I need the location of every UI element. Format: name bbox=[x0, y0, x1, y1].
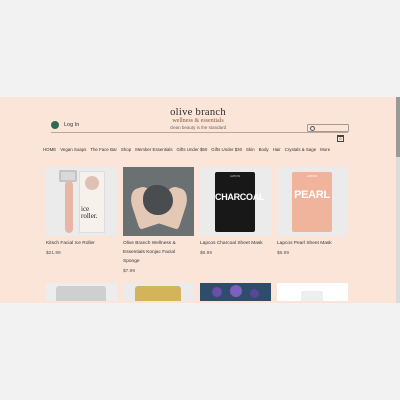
brand-logo[interactable]: olive branch wellness & essentials clean… bbox=[150, 107, 246, 131]
user-icon bbox=[51, 121, 59, 129]
product-card[interactable] bbox=[277, 283, 348, 301]
product-price: $21.99 bbox=[46, 251, 61, 256]
product-image-charcoal-mask[interactable]: LAPCOS CHARCOAL bbox=[200, 167, 271, 236]
header-divider bbox=[51, 132, 348, 133]
product-card[interactable] bbox=[123, 283, 194, 301]
product-name[interactable]: Lapcos Charcoal Sheet Mask bbox=[200, 239, 271, 248]
nav-item-body[interactable]: Body bbox=[259, 147, 269, 152]
login-link[interactable]: Log In bbox=[51, 121, 79, 129]
search-input[interactable] bbox=[307, 124, 349, 132]
product-card[interactable] bbox=[200, 283, 271, 301]
nav-item-shop[interactable]: Shop bbox=[121, 147, 131, 152]
scrollbar-thumb[interactable] bbox=[396, 97, 400, 157]
product-name[interactable]: Lapcos Pearl Sheet Mask bbox=[277, 239, 348, 248]
product-image[interactable] bbox=[200, 283, 271, 301]
product-card[interactable]: LAPCOS CHARCOAL Lapcos Charcoal Sheet Ma… bbox=[200, 167, 271, 258]
nav-item-gifts-under-30[interactable]: Gifts Under $30 bbox=[211, 147, 242, 152]
nav-item-gifts-under-50[interactable]: Gifts Under $50 bbox=[177, 147, 208, 152]
product-image[interactable] bbox=[277, 283, 348, 301]
cart-count: 0 bbox=[339, 137, 342, 141]
box-label: ice roller. bbox=[81, 205, 98, 220]
brand-subtitle: wellness & essentials bbox=[172, 118, 224, 124]
search-icon bbox=[310, 126, 315, 131]
mask-pack: LAPCOS PEARL bbox=[292, 172, 332, 232]
login-label: Log In bbox=[64, 122, 80, 128]
product-image-konjac-sponge[interactable] bbox=[123, 167, 194, 236]
mask-pack: LAPCOS CHARCOAL bbox=[215, 172, 264, 232]
product-name[interactable]: Kitsch Facial Ice Roller bbox=[46, 239, 117, 248]
product-card[interactable]: LAPCOS PEARL Lapcos Pearl Sheet Mask $6.… bbox=[277, 167, 348, 258]
product-price: $6.99 bbox=[200, 251, 213, 256]
nav-item-skin[interactable]: Skin bbox=[246, 147, 255, 152]
product-image-pearl-mask[interactable]: LAPCOS PEARL bbox=[277, 167, 348, 236]
brand-tagline: clean beauty is the standard bbox=[169, 125, 227, 130]
nav-item-member-essentials[interactable]: Member Essentials bbox=[135, 147, 172, 152]
brand-name: olive branch bbox=[170, 107, 226, 118]
product-price: $6.99 bbox=[277, 251, 290, 256]
product-card[interactable]: ice roller. Kitsch Facial Ice Roller $21… bbox=[46, 167, 117, 258]
nav-item-face-bar[interactable]: The Face Bar bbox=[90, 147, 117, 152]
nav-item-crystals-sage[interactable]: Crystals & Sage bbox=[285, 147, 316, 152]
nav-item-vegan-soaps[interactable]: Vegan Soaps bbox=[60, 147, 86, 152]
main-nav: HOME Vegan Soaps The Face Bar Shop Membe… bbox=[43, 147, 330, 152]
sponge bbox=[143, 185, 173, 215]
nav-item-hair[interactable]: Hair bbox=[273, 147, 281, 152]
cart-icon[interactable]: 0 bbox=[337, 135, 344, 142]
product-image[interactable] bbox=[46, 283, 117, 301]
product-image-ice-roller[interactable]: ice roller. bbox=[46, 167, 117, 236]
nav-item-home[interactable]: HOME bbox=[43, 147, 56, 152]
product-box: ice roller. bbox=[79, 171, 105, 233]
product-card[interactable] bbox=[46, 283, 117, 301]
product-price: $7.99 bbox=[123, 269, 136, 274]
product-image[interactable] bbox=[123, 283, 194, 301]
website-frame: Log In olive branch wellness & essential… bbox=[0, 97, 396, 303]
roller-handle bbox=[65, 181, 73, 233]
product-card[interactable]: Olive Branch Wellness & Essentials Konja… bbox=[123, 167, 194, 276]
nav-item-more[interactable]: More bbox=[320, 147, 330, 152]
product-name[interactable]: Olive Branch Wellness & Essentials Konja… bbox=[123, 239, 194, 266]
